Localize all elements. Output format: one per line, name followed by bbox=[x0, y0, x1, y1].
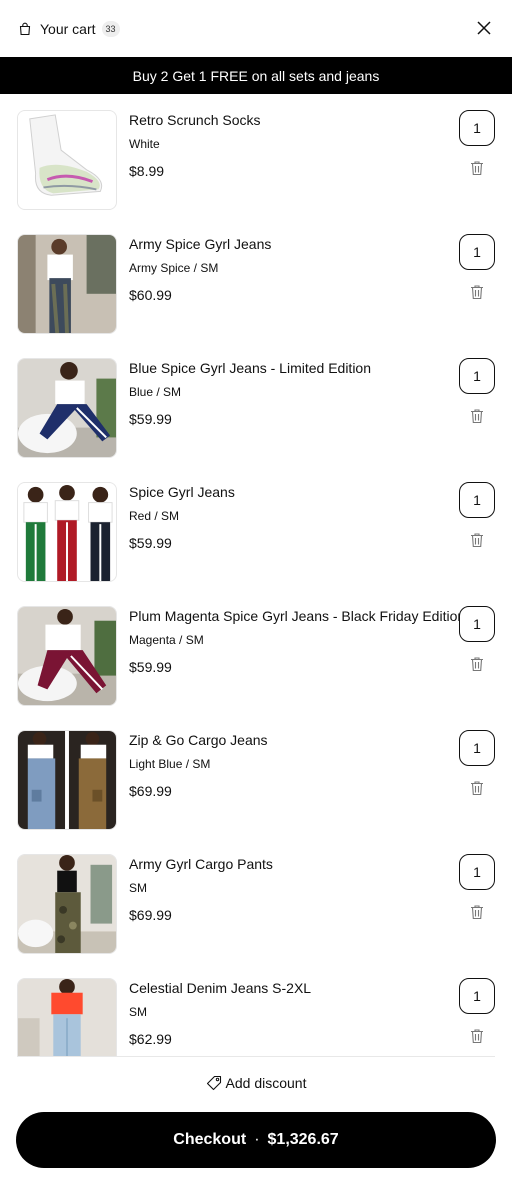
product-variant: SM bbox=[129, 881, 147, 895]
cart-count-badge: 33 bbox=[101, 20, 120, 37]
cart-item: Retro Scrunch Socks White $8.99 1 bbox=[0, 94, 512, 218]
quantity-field[interactable]: 1 bbox=[459, 730, 495, 766]
product-name[interactable]: Blue Spice Gyrl Jeans - Limited Edition bbox=[129, 360, 371, 376]
cart-item: Spice Gyrl Jeans Red / SM $59.99 1 bbox=[0, 466, 512, 590]
checkout-label: Checkout bbox=[173, 1131, 247, 1148]
add-discount-button[interactable]: Add discount bbox=[0, 1070, 512, 1096]
quantity-field[interactable]: 1 bbox=[459, 234, 495, 270]
product-variant: SM bbox=[129, 1005, 147, 1019]
quantity-field[interactable]: 1 bbox=[459, 358, 495, 394]
product-variant: Blue / SM bbox=[129, 385, 182, 399]
quantity-field[interactable]: 1 bbox=[459, 110, 495, 146]
product-price: $8.99 bbox=[129, 163, 165, 179]
product-price: $69.99 bbox=[129, 907, 172, 923]
trash-icon[interactable] bbox=[470, 780, 484, 796]
cart-item: Army Gyrl Cargo Pants SM $69.99 1 bbox=[0, 838, 512, 962]
cart-header: Your cart 33 bbox=[0, 0, 512, 57]
quantity-field[interactable]: 1 bbox=[459, 482, 495, 518]
product-variant: Magenta / SM bbox=[129, 633, 204, 647]
shopping-bag-icon bbox=[18, 22, 32, 36]
cart-title: Your cart bbox=[40, 20, 96, 37]
product-price: $59.99 bbox=[129, 659, 172, 675]
product-name[interactable]: Army Spice Gyrl Jeans bbox=[129, 236, 271, 252]
product-variant: Army Spice / SM bbox=[129, 261, 219, 275]
product-image[interactable] bbox=[17, 110, 117, 210]
product-variant: Light Blue / SM bbox=[129, 757, 211, 771]
add-discount-label: Add discount bbox=[225, 1075, 307, 1091]
trash-icon[interactable] bbox=[470, 532, 484, 548]
product-image[interactable] bbox=[17, 854, 117, 954]
quantity-field[interactable]: 1 bbox=[459, 606, 495, 642]
trash-icon[interactable] bbox=[470, 160, 484, 176]
quantity-field[interactable]: 1 bbox=[459, 978, 495, 1014]
quantity-field[interactable]: 1 bbox=[459, 854, 495, 890]
product-image[interactable] bbox=[17, 482, 117, 582]
checkout-button[interactable]: Checkout · $1,326.67 bbox=[16, 1112, 496, 1168]
trash-icon[interactable] bbox=[470, 656, 484, 672]
product-price: $62.99 bbox=[129, 1031, 172, 1047]
cart-item: Army Spice Gyrl Jeans Army Spice / SM $6… bbox=[0, 218, 512, 342]
close-icon[interactable] bbox=[476, 20, 492, 36]
cart-item: Blue Spice Gyrl Jeans - Limited Edition … bbox=[0, 342, 512, 466]
cart-item: Celestial Denim Jeans S-2XL SM $62.99 1 bbox=[0, 962, 512, 1056]
cart-item: Zip & Go Cargo Jeans Light Blue / SM $69… bbox=[0, 714, 512, 838]
product-name[interactable]: Celestial Denim Jeans S-2XL bbox=[129, 980, 311, 996]
product-image[interactable] bbox=[17, 234, 117, 334]
product-name[interactable]: Zip & Go Cargo Jeans bbox=[129, 732, 268, 748]
product-name[interactable]: Plum Magenta Spice Gyrl Jeans - Black Fr… bbox=[129, 608, 465, 624]
trash-icon[interactable] bbox=[470, 1028, 484, 1044]
trash-icon[interactable] bbox=[470, 904, 484, 920]
product-price: $59.99 bbox=[129, 535, 172, 551]
product-variant: White bbox=[129, 137, 160, 151]
product-price: $59.99 bbox=[129, 411, 172, 427]
promo-banner: Buy 2 Get 1 FREE on all sets and jeans bbox=[0, 57, 512, 94]
checkout-total: $1,326.67 bbox=[267, 1131, 339, 1148]
product-price: $69.99 bbox=[129, 783, 172, 799]
product-name[interactable]: Retro Scrunch Socks bbox=[129, 112, 261, 128]
product-image[interactable] bbox=[17, 978, 117, 1056]
checkout-separator: · bbox=[254, 1131, 260, 1148]
footer-divider bbox=[17, 1056, 495, 1057]
product-variant: Red / SM bbox=[129, 509, 180, 523]
product-image[interactable] bbox=[17, 730, 117, 830]
product-price: $60.99 bbox=[129, 287, 172, 303]
cart-items-list[interactable]: Retro Scrunch Socks White $8.99 1 Army S… bbox=[0, 94, 512, 1056]
product-image[interactable] bbox=[17, 358, 117, 458]
cart-item: Plum Magenta Spice Gyrl Jeans - Black Fr… bbox=[0, 590, 512, 714]
product-image[interactable] bbox=[17, 606, 117, 706]
trash-icon[interactable] bbox=[470, 284, 484, 300]
product-name[interactable]: Spice Gyrl Jeans bbox=[129, 484, 235, 500]
tag-icon bbox=[206, 1075, 222, 1091]
trash-icon[interactable] bbox=[470, 408, 484, 424]
product-name[interactable]: Army Gyrl Cargo Pants bbox=[129, 856, 273, 872]
